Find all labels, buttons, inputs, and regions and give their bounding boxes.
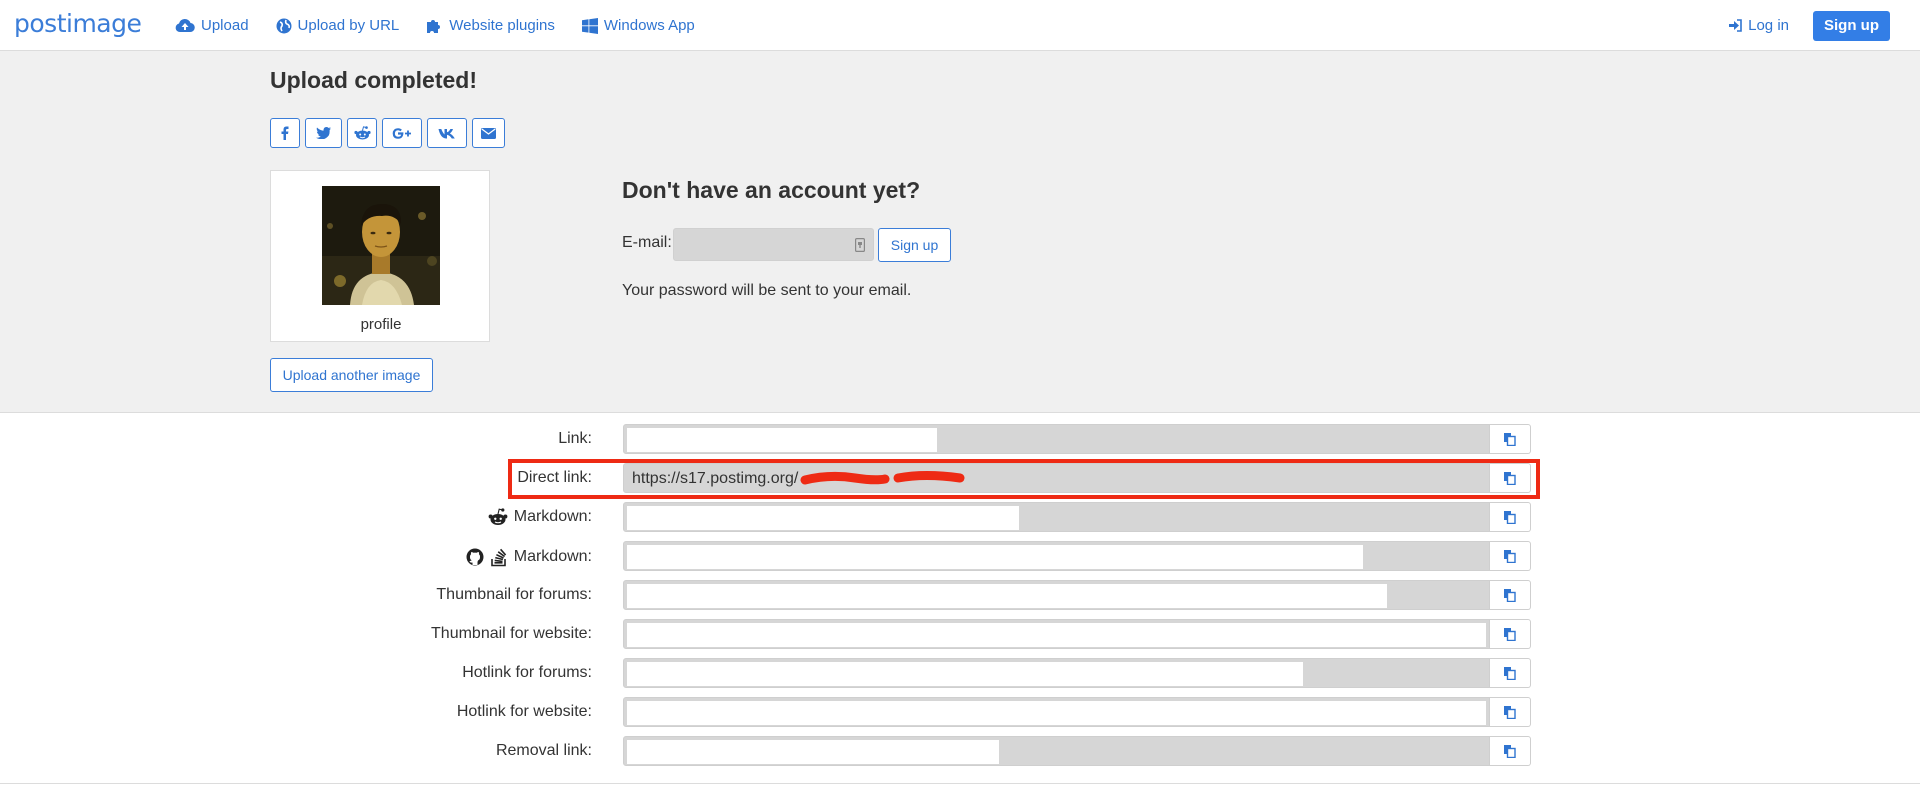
google-plus-icon <box>392 127 411 139</box>
copy-markdown-reddit-button[interactable] <box>1490 502 1531 532</box>
share-twitter-button[interactable] <box>305 118 342 148</box>
signup-button[interactable]: Sign up <box>878 228 951 262</box>
markdown-reddit-label: Markdown: <box>488 508 592 526</box>
github-icon <box>466 548 484 566</box>
copy-hotlink-forums-button[interactable] <box>1490 658 1531 688</box>
cloud-upload-icon <box>175 18 195 33</box>
nav-windows-app-label: Windows App <box>603 17 695 34</box>
vk-icon <box>438 128 455 138</box>
nav-links: Upload Upload by URL Website plugins Win… <box>175 0 722 51</box>
copy-icon <box>1504 471 1516 485</box>
thumbnail-website-label: Thumbnail for website: <box>431 625 592 642</box>
nav-upload-label: Upload <box>201 17 249 34</box>
nav-upload-link[interactable]: Upload <box>175 17 249 34</box>
copy-icon <box>1504 510 1516 524</box>
uploaded-image-card: profile <box>270 170 490 342</box>
puzzle-icon <box>427 19 441 33</box>
copy-icon <box>1504 744 1516 758</box>
upload-another-button[interactable]: Upload another image <box>270 358 433 392</box>
nav-website-plugins-label: Website plugins <box>449 17 555 34</box>
postimage-logo[interactable]: postimage <box>14 9 142 38</box>
upload-completed-title: Upload completed! <box>270 67 478 93</box>
direct-link-field[interactable]: https://s17.postimg.org/ <box>623 463 1490 493</box>
hotlink-forums-field[interactable] <box>623 658 1490 688</box>
account-title: Don't have an account yet? <box>622 177 921 203</box>
uploaded-image-thumbnail[interactable] <box>322 186 440 305</box>
markdown-reddit-field[interactable] <box>623 502 1490 532</box>
link-row-thumbnail-website: Thumbnail for website: <box>0 617 1920 651</box>
twitter-icon <box>316 127 331 139</box>
email-input[interactable] <box>673 228 874 261</box>
nav-right: Log in Sign up <box>1729 0 1920 51</box>
share-reddit-button[interactable] <box>347 118 377 148</box>
link-row-hotlink-forums: Hotlink for forums: <box>0 656 1920 690</box>
link-row-markdown-github: Markdown: <box>0 539 1920 573</box>
copy-markdown-github-button[interactable] <box>1490 541 1531 571</box>
uploaded-image-caption: profile <box>360 316 402 333</box>
copy-icon <box>1504 588 1516 602</box>
thumbnail-forums-label: Thumbnail for forums: <box>436 586 592 603</box>
direct-link-value: https://s17.postimg.org/ <box>632 470 799 487</box>
login-link[interactable]: Log in <box>1729 17 1789 34</box>
thumbnail-forums-field[interactable] <box>623 580 1490 610</box>
footer-divider <box>0 783 1920 784</box>
login-label: Log in <box>1748 17 1789 34</box>
removal-link-label: Removal link: <box>495 742 592 759</box>
copy-icon <box>1504 432 1516 446</box>
reddit-icon <box>488 508 508 525</box>
nav-windows-app-link[interactable]: Windows App <box>581 17 695 34</box>
markdown-github-field[interactable] <box>623 541 1490 571</box>
share-buttons <box>270 118 510 148</box>
link-row-markdown-reddit: Markdown: <box>0 500 1920 534</box>
top-navbar: postimage Upload Upload by URL Website p… <box>0 0 1920 51</box>
direct-link-label: Direct link: <box>517 469 592 486</box>
windows-icon <box>581 17 598 34</box>
share-vk-button[interactable] <box>427 118 467 148</box>
reddit-icon <box>353 126 371 140</box>
link-row-link: Link: <box>0 422 1920 456</box>
envelope-icon <box>481 127 496 139</box>
copy-hotlink-website-button[interactable] <box>1490 697 1531 727</box>
copy-link-button[interactable] <box>1490 424 1531 454</box>
link-row-removal-link: Removal link: <box>0 734 1920 768</box>
password-manager-icon[interactable] <box>855 238 865 252</box>
facebook-icon <box>281 126 289 140</box>
markdown-github-label: Markdown: <box>466 547 592 567</box>
hotlink-website-label: Hotlink for website: <box>456 703 592 720</box>
globe-icon <box>276 18 292 33</box>
copy-icon <box>1504 549 1516 563</box>
share-email-button[interactable] <box>472 118 505 148</box>
sign-in-icon <box>1729 19 1742 32</box>
signup-top-button[interactable]: Sign up <box>1813 10 1890 41</box>
link-row-direct-link: Direct link: https://s17.postimg.org/ <box>0 461 1920 495</box>
share-facebook-button[interactable] <box>270 118 300 148</box>
profile-photo-icon <box>322 186 440 305</box>
copy-thumbnail-forums-button[interactable] <box>1490 580 1531 610</box>
stack-overflow-icon <box>490 548 506 567</box>
copy-icon <box>1504 627 1516 641</box>
copy-thumbnail-website-button[interactable] <box>1490 619 1531 649</box>
removal-link-field[interactable] <box>623 736 1490 766</box>
email-label: E-mail: <box>622 234 672 251</box>
thumbnail-website-field[interactable] <box>623 619 1490 649</box>
copy-icon <box>1504 666 1516 680</box>
share-google-plus-button[interactable] <box>382 118 422 148</box>
copy-removal-link-button[interactable] <box>1490 736 1531 766</box>
copy-icon <box>1504 705 1516 719</box>
copy-direct-link-button[interactable] <box>1490 463 1531 493</box>
link-row-thumbnail-forums: Thumbnail for forums: <box>0 578 1920 612</box>
password-note: Your password will be sent to your email… <box>622 282 912 299</box>
link-field[interactable] <box>623 424 1490 454</box>
nav-upload-by-url-link[interactable]: Upload by URL <box>276 17 400 34</box>
link-row-hotlink-website: Hotlink for website: <box>0 695 1920 729</box>
hotlink-website-field[interactable] <box>623 697 1490 727</box>
hotlink-forums-label: Hotlink for forums: <box>462 664 592 681</box>
nav-website-plugins-link[interactable]: Website plugins <box>426 17 555 34</box>
nav-upload-by-url-label: Upload by URL <box>297 17 400 34</box>
link-label: Link: <box>558 430 592 447</box>
